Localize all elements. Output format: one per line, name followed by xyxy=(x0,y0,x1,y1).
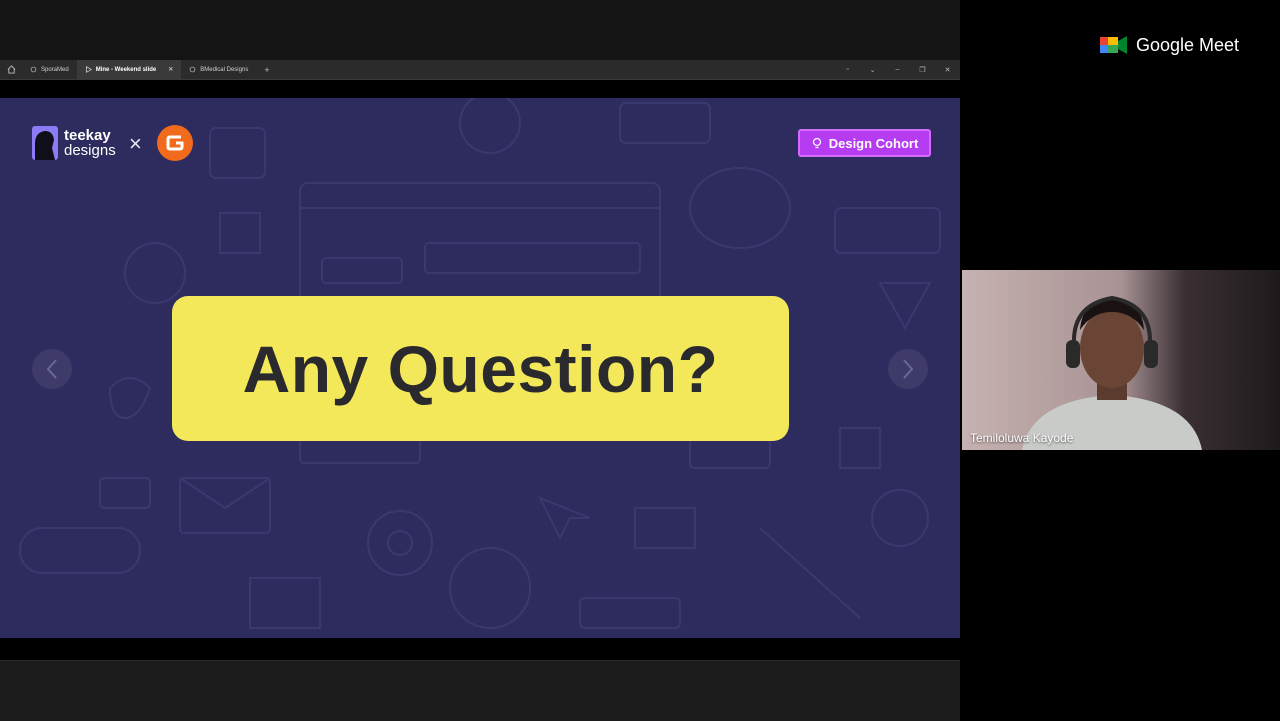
lightbulb-icon xyxy=(812,137,821,149)
google-meet-label: Google Meet xyxy=(1136,34,1240,55)
library-icon[interactable]: ▫ xyxy=(835,66,860,74)
next-slide-button[interactable] xyxy=(888,349,928,389)
figma-icon xyxy=(189,66,196,73)
restore-icon[interactable]: ❐ xyxy=(910,66,935,74)
tab-sporamed[interactable]: SporaMed xyxy=(22,60,77,79)
figma-icon xyxy=(30,66,37,73)
design-cohort-badge: Design Cohort xyxy=(798,129,931,157)
previous-slide-button[interactable] xyxy=(32,349,72,389)
chevron-left-icon xyxy=(46,359,57,379)
close-icon[interactable]: ✕ xyxy=(168,66,173,73)
home-icon[interactable] xyxy=(0,65,22,74)
participant-name: Temiloluwa Kayode xyxy=(970,431,1074,445)
question-card: Any Question? xyxy=(172,296,789,441)
play-icon xyxy=(85,66,92,73)
tab-mine-weekend-slide[interactable]: Mine - Weekend slide ✕ xyxy=(76,60,182,79)
slide-title: Any Question? xyxy=(242,331,719,406)
share-top-bar xyxy=(0,0,960,60)
google-meet-icon xyxy=(1100,36,1127,54)
close-window-icon[interactable]: ✕ xyxy=(935,66,960,74)
share-footer xyxy=(0,660,960,721)
times-sign: × xyxy=(129,131,142,156)
shared-screen: SporaMed Mine - Weekend slide ✕ BMedical… xyxy=(0,0,960,721)
chevron-right-icon xyxy=(903,359,914,379)
logo-line-2: designs xyxy=(64,142,116,159)
tab-label: Mine - Weekend slide xyxy=(95,66,157,73)
new-tab-button[interactable]: + xyxy=(256,65,277,75)
logo-mark-icon xyxy=(32,126,58,160)
partner-logo-icon xyxy=(157,125,193,161)
tab-bmedical-designs[interactable]: BMedical Designs xyxy=(181,60,256,79)
teekay-designs-logo: teekay designs xyxy=(32,126,116,160)
minimize-icon[interactable]: – xyxy=(885,66,910,74)
browser-tab-bar: SporaMed Mine - Weekend slide ✕ BMedical… xyxy=(0,60,960,80)
presentation-slide: teekay designs × Design Cohort Any Quest… xyxy=(0,98,960,638)
tab-label: SporaMed xyxy=(41,66,69,73)
logo-line-1: teekay xyxy=(64,127,111,144)
google-meet-brand: Google Meet xyxy=(1100,34,1239,56)
letterbox-top xyxy=(0,80,960,98)
letterbox-bottom xyxy=(0,638,960,660)
participant-video-tile[interactable]: Temiloluwa Kayode xyxy=(962,270,1280,450)
participant-video xyxy=(962,270,1280,450)
tab-label: BMedical Designs xyxy=(200,66,249,73)
chevron-down-icon[interactable]: ⌄ xyxy=(860,66,885,74)
design-cohort-label: Design Cohort xyxy=(828,135,919,151)
